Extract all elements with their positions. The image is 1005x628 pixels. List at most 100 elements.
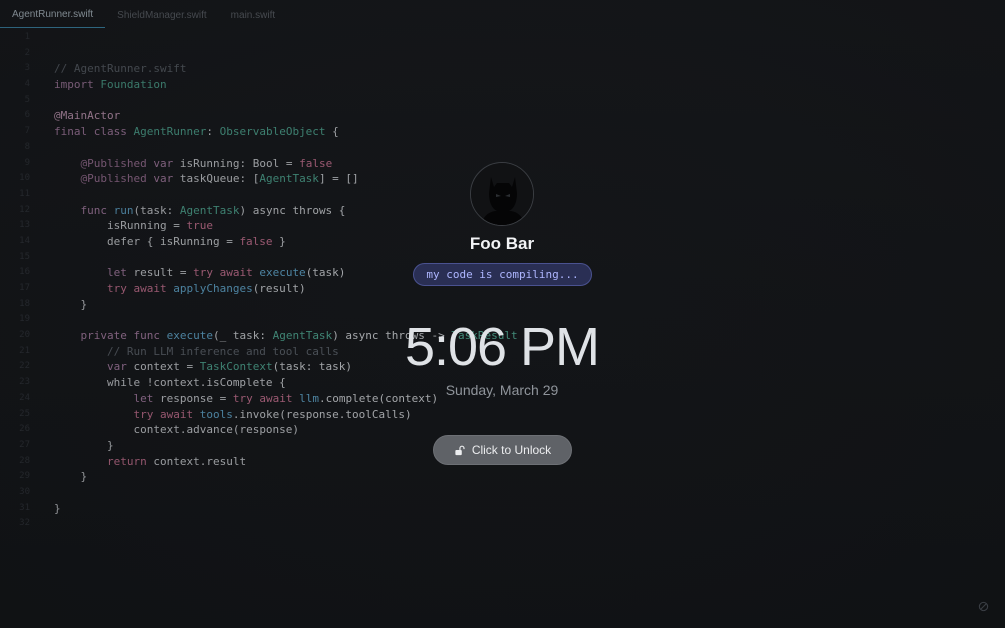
code-line: final class AgentRunner: ObservableObjec… — [54, 124, 531, 140]
code-text: } — [80, 470, 88, 484]
code-attribute: @Published — [80, 156, 147, 170]
line-number: 4 — [24, 79, 30, 90]
clock-date: Sunday, March 29 — [445, 382, 559, 398]
code-keyword: func — [80, 203, 108, 217]
code-attribute: @MainActor — [54, 109, 121, 123]
line-number: 19 — [19, 314, 30, 325]
code-text: } — [106, 438, 114, 452]
code-text: while !context.isComplete { — [106, 376, 286, 390]
line-number: 6 — [24, 110, 30, 121]
code-text: context = — [126, 360, 200, 374]
code-keyword: try await — [133, 407, 194, 421]
code-text: (task) — [305, 266, 346, 280]
screen-icon[interactable] — [978, 601, 989, 612]
code-text: ] = [] — [318, 172, 359, 186]
code-text: response = — [153, 391, 233, 405]
line-number: 10 — [19, 173, 30, 184]
code-comment: // AgentRunner.swift — [54, 62, 187, 76]
code-line: import Foundation — [54, 77, 531, 93]
avatar-silhouette-icon — [471, 163, 533, 225]
code-line: try await tools.invoke(response.toolCall… — [54, 407, 531, 423]
code-function: llm — [292, 391, 319, 405]
code-text: result = — [126, 266, 194, 280]
code-text: isRunning = — [106, 219, 187, 233]
code-function: execute — [159, 329, 213, 343]
code-line: } — [54, 501, 531, 517]
status-badge: my code is compiling... — [413, 263, 592, 286]
line-number: 24 — [19, 392, 30, 403]
code-function: applyChanges — [166, 282, 253, 295]
line-number: 21 — [19, 345, 30, 356]
code-line: isRunning = true — [54, 218, 531, 234]
line-number: 11 — [19, 188, 30, 199]
line-number: 13 — [19, 220, 30, 231]
lock-open-icon — [455, 445, 465, 455]
code-text: (task: task) — [272, 360, 353, 374]
line-number: 3 — [24, 63, 30, 74]
code-keyword: try await — [106, 282, 167, 295]
code-text: } — [54, 501, 61, 515]
code-keyword: try await — [232, 391, 293, 405]
avatar — [470, 162, 534, 226]
code-type: TaskContext — [199, 360, 273, 374]
code-function: execute — [252, 266, 306, 280]
code-keyword: let — [133, 391, 154, 405]
code-text: } — [272, 234, 286, 248]
lock-screen: AgentRunner.swift ShieldManager.swift ma… — [0, 0, 1005, 628]
code-function: run — [107, 203, 134, 217]
line-number: 2 — [24, 47, 30, 58]
line-number: 15 — [19, 251, 30, 262]
line-number: 16 — [19, 267, 30, 278]
line-number: 31 — [19, 502, 30, 513]
code-type: ObservableObject — [219, 125, 326, 139]
clock-time: 5:06 PM — [404, 317, 600, 377]
code-text: (result) — [252, 282, 306, 295]
code-text: taskQueue: [ — [173, 172, 260, 186]
line-number: 32 — [19, 518, 30, 529]
code-text: } — [80, 297, 88, 311]
line-number-gutter: 1 2 3 4 5 6 7 8 9 10 11 12 13 14 15 16 1… — [0, 30, 36, 532]
tab-shieldmanager[interactable]: ShieldManager.swift — [105, 0, 219, 28]
code-literal: false — [239, 234, 273, 248]
line-number: 12 — [19, 204, 30, 215]
username: Foo Bar — [469, 234, 535, 253]
unlock-button[interactable]: Click to Unlock — [433, 435, 572, 465]
code-keyword: try await — [193, 266, 253, 280]
unlock-button-label: Click to Unlock — [471, 443, 552, 457]
code-keyword: return — [106, 454, 147, 468]
code-keyword: import — [54, 78, 94, 92]
line-number: 5 — [24, 94, 30, 105]
code-line: // AgentRunner.swift — [54, 61, 531, 77]
code-type: AgentTask — [259, 172, 319, 186]
code-comment: // Run LLM inference and tool calls — [106, 344, 339, 358]
code-text: { — [325, 125, 339, 139]
line-number: 20 — [19, 330, 30, 341]
line-number: 1 — [24, 32, 30, 42]
code-line: @Published var taskQueue: [AgentTask] = … — [54, 171, 531, 187]
line-number: 23 — [19, 377, 30, 388]
code-line: } — [54, 469, 531, 485]
code-function: tools — [193, 407, 233, 421]
code-keyword: var — [106, 360, 127, 374]
tab-main[interactable]: main.swift — [219, 0, 287, 28]
line-number: 30 — [19, 486, 30, 497]
line-number: 8 — [24, 141, 30, 152]
line-number: 18 — [19, 298, 30, 309]
editor-tab-bar: AgentRunner.swift ShieldManager.swift ma… — [0, 0, 1005, 28]
code-type: AgentRunner — [126, 125, 207, 139]
code-text: context.result — [146, 454, 247, 468]
code-text: (_ task: — [212, 329, 273, 343]
code-keyword: let — [106, 266, 127, 280]
code-line: } — [54, 297, 531, 313]
tab-agentrunner[interactable]: AgentRunner.swift — [0, 0, 106, 28]
code-keyword: private func — [80, 329, 160, 343]
line-number: 17 — [19, 283, 30, 293]
code-keyword: var — [146, 172, 174, 186]
code-type: AgentTask — [179, 203, 240, 217]
line-number: 14 — [19, 235, 30, 246]
code-text: : — [206, 125, 220, 139]
